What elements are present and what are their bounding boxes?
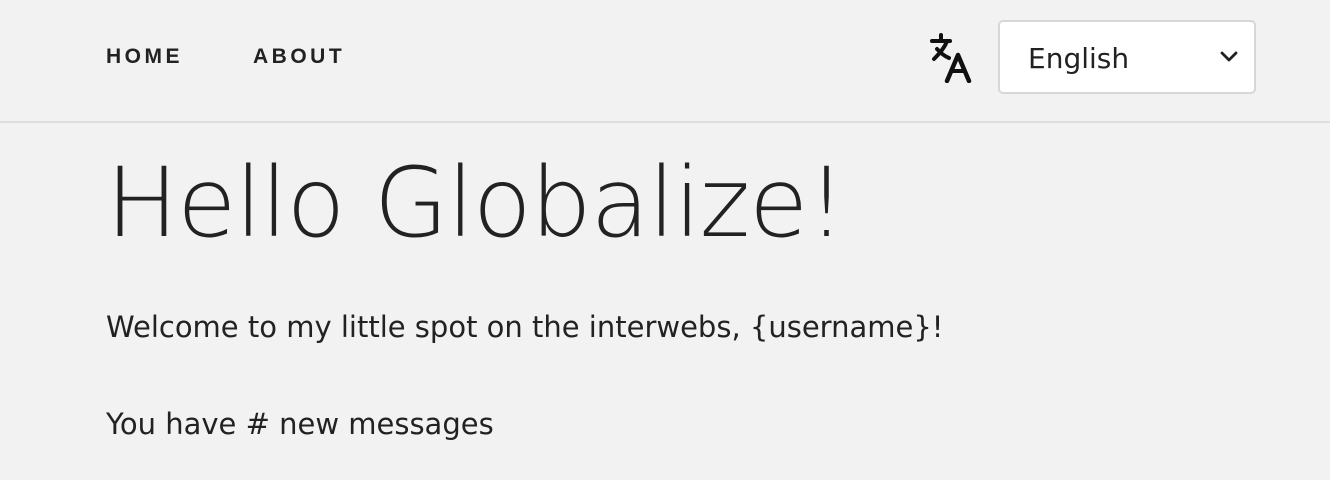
nav-about-link[interactable]: ABOUT (253, 44, 345, 70)
welcome-message: Welcome to my little spot on the interwe… (106, 310, 944, 344)
language-select[interactable]: English (998, 20, 1256, 94)
messages-count: You have # new messages (106, 407, 494, 441)
language-select-value: English (1028, 42, 1130, 75)
main-nav: HOME ABOUT (106, 44, 345, 70)
top-navbar: HOME ABOUT English (0, 0, 1330, 123)
page-title: Hello Globalize! (106, 147, 846, 259)
chevron-down-icon (1220, 51, 1238, 62)
translate-icon (930, 33, 972, 83)
nav-home-link[interactable]: HOME (106, 44, 183, 70)
